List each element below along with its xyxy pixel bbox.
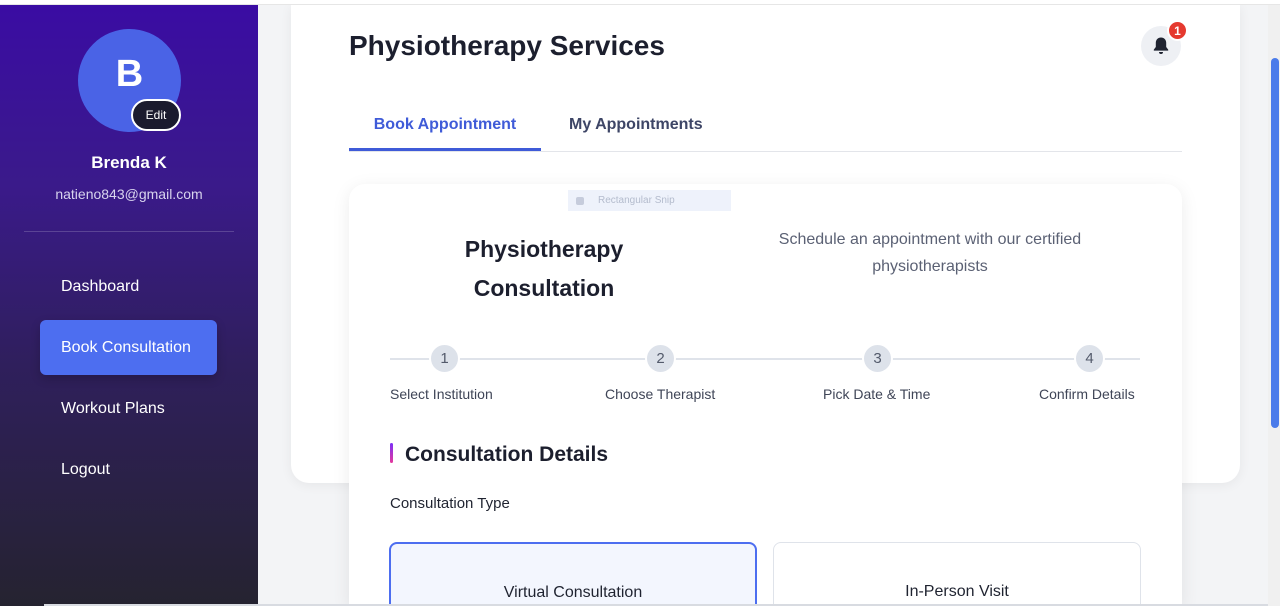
scrollbar-thumb[interactable] [1271, 58, 1279, 428]
section-title: Consultation Details [405, 443, 609, 466]
in-person-visit-label: In-Person Visit [905, 583, 1009, 600]
user-email: natieno843@gmail.com [55, 186, 203, 202]
sidebar-item-dashboard[interactable]: Dashboard [40, 259, 217, 314]
step-3-label: Pick Date & Time [823, 386, 931, 402]
sidebar-item-workout-plans[interactable]: Workout Plans [40, 381, 217, 436]
bell-icon [1153, 37, 1169, 54]
page-title: Physiotherapy Services [349, 30, 665, 61]
snip-icon [576, 196, 584, 205]
in-person-visit-option[interactable]: In-Person Visit [773, 542, 1141, 606]
step-1-circle: 1 [429, 343, 460, 374]
consultation-type-label: Consultation Type [390, 495, 510, 512]
notification-badge: 1 [1167, 20, 1188, 41]
tabs-divider [349, 151, 1182, 152]
user-name: Brenda K [91, 153, 167, 172]
sidebar-item-logout[interactable]: Logout [40, 442, 217, 497]
sidebar-divider [24, 231, 234, 232]
tab-active-indicator [349, 148, 541, 151]
sidebar: B Edit Brenda K natieno843@gmail.com Das… [0, 5, 258, 606]
tab-my-appointments[interactable]: My Appointments [569, 116, 703, 134]
section-accent-bar [390, 443, 393, 463]
step-4-label: Confirm Details [1039, 386, 1135, 402]
stepper-line [390, 358, 1140, 360]
avatar-letter: B [115, 53, 144, 95]
tab-book-appointment[interactable]: Book Appointment [349, 116, 541, 134]
snip-overlay: Rectangular Snip [568, 190, 731, 211]
top-border [0, 0, 1280, 5]
virtual-consultation-option[interactable]: Virtual Consultation [389, 542, 757, 606]
sidebar-item-book-consultation[interactable]: Book Consultation [40, 320, 217, 375]
step-3-circle: 3 [862, 343, 893, 374]
consultation-title: Physiotherapy Consultation [464, 236, 624, 301]
step-2-label: Choose Therapist [605, 386, 716, 402]
virtual-consultation-label: Virtual Consultation [503, 584, 643, 601]
edit-avatar-button[interactable]: Edit [131, 99, 181, 131]
step-2-circle: 2 [645, 343, 676, 374]
consultation-subtitle: Schedule an appointment with our certifi… [778, 231, 1082, 275]
step-1-label: Select Institution [390, 386, 493, 402]
step-4-circle: 4 [1074, 343, 1105, 374]
snip-label: Rectangular Snip [598, 195, 675, 206]
